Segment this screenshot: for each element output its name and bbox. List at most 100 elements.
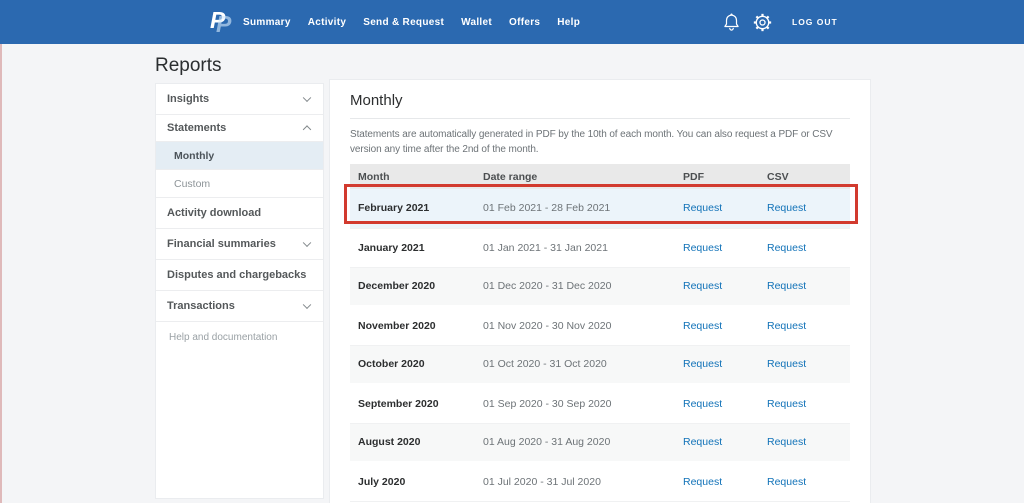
csv-cell: Request <box>759 384 850 423</box>
sidebar-item-label: Transactions <box>167 300 235 312</box>
sidebar-item-insights[interactable]: Insights <box>156 84 323 115</box>
month-cell: February 2021 <box>350 189 475 228</box>
pdf-request-link[interactable]: Request <box>683 436 722 448</box>
sidebar-item-label: Statements <box>167 122 226 134</box>
sidebar-item-transactions[interactable]: Transactions <box>156 291 323 322</box>
section-title: Monthly <box>350 80 850 119</box>
pdf-cell: Request <box>675 267 759 306</box>
primary-nav: Summary Activity Send & Request Wallet Offer… <box>243 0 580 44</box>
statement-row: September 202001 Sep 2020 - 30 Sep 2020 R… <box>350 384 850 423</box>
sidebar-item-statements[interactable]: Statements <box>156 115 323 142</box>
statement-row: February 202101 Feb 2021 - 28 Feb 2021Re… <box>350 189 850 228</box>
month-cell: October 2020 <box>350 345 475 384</box>
pdf-cell: Request <box>675 345 759 384</box>
nav-item-activity[interactable]: Activity <box>308 17 347 28</box>
pdf-cell: Request <box>675 228 759 267</box>
column-header-date-range: Date range <box>475 164 675 189</box>
pdf-cell: Request <box>675 189 759 228</box>
sidebar-item-label: Monthly <box>174 150 214 162</box>
nav-item-offers[interactable]: Offers <box>509 17 540 28</box>
csv-cell: Request <box>759 306 850 345</box>
chevron-down-icon <box>303 301 311 309</box>
sidebar-item-label: Insights <box>167 93 209 105</box>
sidebar-item-monthly[interactable]: Monthly <box>156 142 323 170</box>
sidebar-item-label: Help and documentation <box>169 332 277 343</box>
pdf-request-link[interactable]: Request <box>683 280 722 292</box>
page-title: Reports <box>155 55 222 77</box>
month-cell: December 2020 <box>350 267 475 306</box>
notifications-bell-icon[interactable] <box>723 13 740 32</box>
csv-request-link[interactable]: Request <box>767 242 806 254</box>
csv-request-link[interactable]: Request <box>767 436 806 448</box>
sidebar-item-activity-download[interactable]: Activity download <box>156 198 323 229</box>
column-header-month: Month <box>350 164 475 189</box>
sidebar-item-label: Activity download <box>167 207 261 219</box>
chevron-down-icon <box>303 239 311 247</box>
sidebar-item-label: Disputes and chargebacks <box>167 269 306 281</box>
pdf-request-link[interactable]: Request <box>683 320 722 332</box>
statement-row: August 202001 Aug 2020 - 31 Aug 2020 Requ… <box>350 423 850 462</box>
csv-request-link[interactable]: Request <box>767 476 806 488</box>
table-body: February 202101 Feb 2021 - 28 Feb 2021Re… <box>350 189 850 501</box>
month-cell: August 2020 <box>350 423 475 462</box>
statement-row: July 202001 Jul 2020 - 31 Jul 2020Reques… <box>350 462 850 501</box>
month-cell: September 2020 <box>350 384 475 423</box>
statement-row: November 202001 Nov 2020 - 30 Nov 2020 Re… <box>350 306 850 345</box>
pdf-cell: Request <box>675 306 759 345</box>
pdf-request-link[interactable]: Request <box>683 242 722 254</box>
pdf-cell: Request <box>675 384 759 423</box>
pdf-request-link[interactable]: Request <box>683 358 722 370</box>
nav-item-summary[interactable]: Summary <box>243 17 291 28</box>
statements-panel: Monthly Statements are automatically gen… <box>330 80 870 503</box>
left-edge-line <box>0 44 2 503</box>
csv-request-link[interactable]: Request <box>767 320 806 332</box>
date-range-cell: 01 Dec 2020 - 31 Dec 2020 <box>475 267 675 306</box>
csv-request-link[interactable]: Request <box>767 202 806 214</box>
month-cell: January 2021 <box>350 228 475 267</box>
date-range-cell: 01 Sep 2020 - 30 Sep 2020 <box>475 384 675 423</box>
nav-item-help[interactable]: Help <box>557 17 580 28</box>
sidebar-item-help-and-documentation[interactable]: Help and documentation <box>156 322 323 352</box>
pdf-request-link[interactable]: Request <box>683 202 722 214</box>
nav-item-wallet[interactable]: Wallet <box>461 17 492 28</box>
sidebar-item-disputes-and-chargebacks[interactable]: Disputes and chargebacks <box>156 260 323 291</box>
csv-request-link[interactable]: Request <box>767 358 806 370</box>
csv-cell: Request <box>759 423 850 462</box>
settings-gear-icon[interactable] <box>753 13 772 32</box>
month-cell: July 2020 <box>350 462 475 501</box>
sidebar-item-financial-summaries[interactable]: Financial summaries <box>156 229 323 260</box>
section-description: Statements are automatically generated i… <box>350 119 850 164</box>
sidebar-item-label: Financial summaries <box>167 238 276 250</box>
pdf-cell: Request <box>675 462 759 501</box>
sidebar-item-label: Custom <box>174 178 210 190</box>
paypal-logo-front-p: P <box>216 13 231 36</box>
csv-cell: Request <box>759 228 850 267</box>
csv-cell: Request <box>759 267 850 306</box>
sidebar: Insights Statements Monthly Custom Activity … <box>156 84 323 498</box>
csv-request-link[interactable]: Request <box>767 398 806 410</box>
csv-cell: Request <box>759 462 850 501</box>
csv-cell: Request <box>759 189 850 228</box>
sidebar-item-custom[interactable]: Custom <box>156 170 323 198</box>
column-header-csv: CSV <box>759 164 850 189</box>
pdf-request-link[interactable]: Request <box>683 398 722 410</box>
statement-row: October 202001 Oct 2020 - 31 Oct 2020 Req… <box>350 345 850 384</box>
nav-item-send-request[interactable]: Send & Request <box>363 17 444 28</box>
month-cell: November 2020 <box>350 306 475 345</box>
paypal-logo[interactable]: P P <box>210 9 236 37</box>
top-nav: P P Summary Activity Send & Request Wallet O… <box>0 0 1024 44</box>
statement-row: December 202001 Dec 2020 - 31 Dec 2020 Re… <box>350 267 850 306</box>
nav-right-cluster: LOG OUT <box>723 0 838 44</box>
statements-table: MonthDate rangePDFCSV February 202101 Fe… <box>350 164 850 502</box>
date-range-cell: 01 Nov 2020 - 30 Nov 2020 <box>475 306 675 345</box>
date-range-cell: 01 Aug 2020 - 31 Aug 2020 <box>475 423 675 462</box>
csv-request-link[interactable]: Request <box>767 280 806 292</box>
pdf-request-link[interactable]: Request <box>683 476 722 488</box>
logout-button[interactable]: LOG OUT <box>792 17 838 27</box>
table-header-row: MonthDate rangePDFCSV <box>350 164 850 189</box>
date-range-cell: 01 Jan 2021 - 31 Jan 2021 <box>475 228 675 267</box>
date-range-cell: 01 Oct 2020 - 31 Oct 2020 <box>475 345 675 384</box>
statement-row: January 202101 Jan 2021 - 31 Jan 2021 Req… <box>350 228 850 267</box>
chevron-down-icon <box>303 94 311 102</box>
column-header-pdf: PDF <box>675 164 759 189</box>
